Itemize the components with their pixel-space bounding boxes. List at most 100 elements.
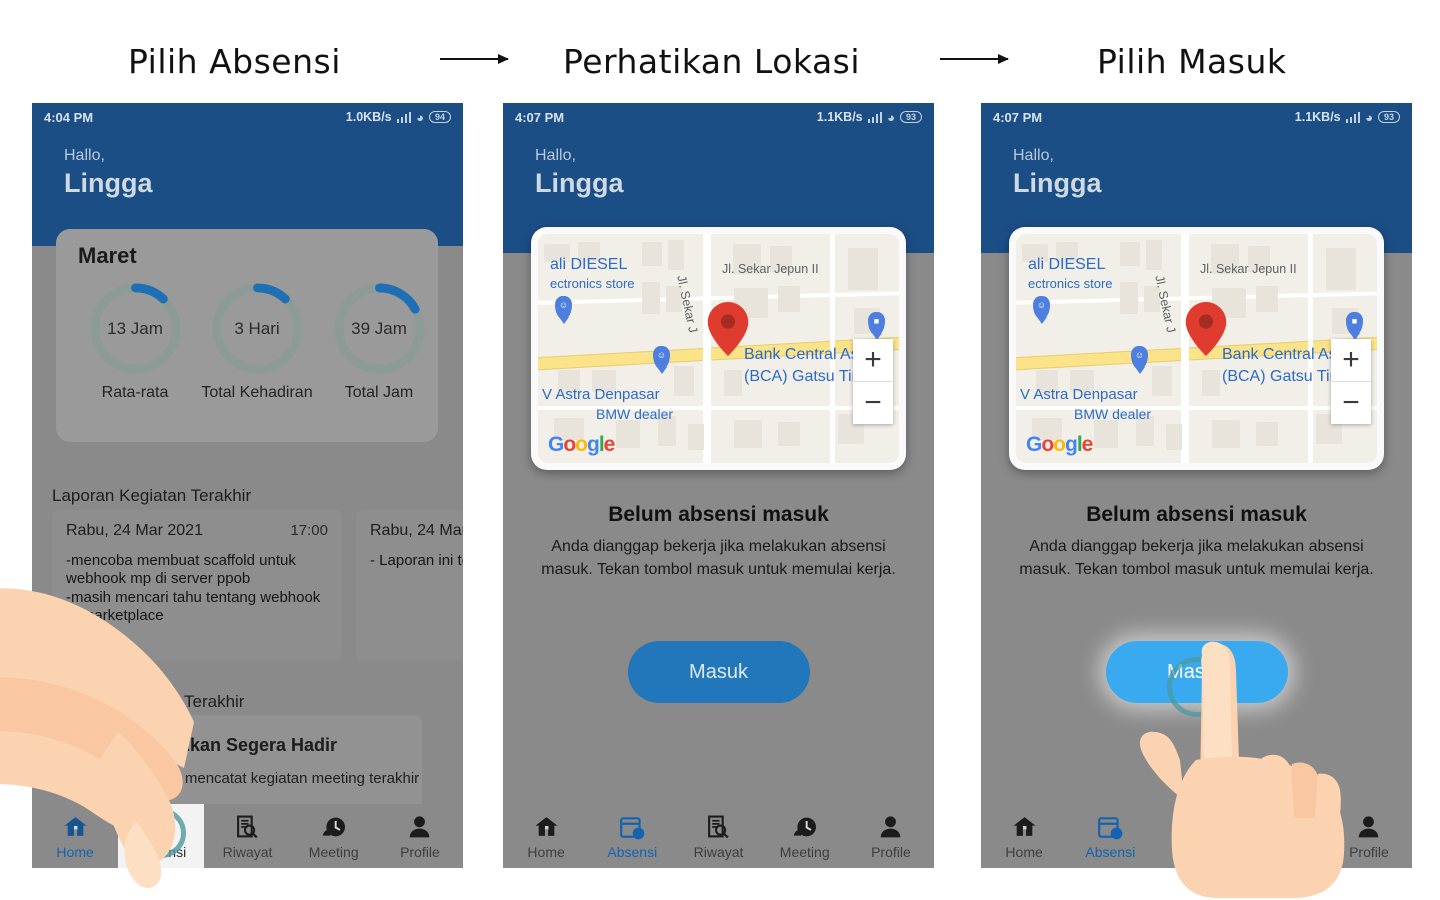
signal-bars-icon <box>867 111 883 123</box>
nav-item-meeting[interactable]: Meeting <box>762 804 848 868</box>
battery-icon: 94 <box>428 111 451 123</box>
status-bar: 4:04 PM 1.0KB/s ◕ 94 <box>32 103 463 131</box>
map-canvas[interactable]: ali DIESEL ectronics store Bank Central … <box>1016 234 1377 463</box>
zoom-in-button[interactable]: + <box>853 339 893 381</box>
nav-label: Riwayat <box>222 843 273 860</box>
nav-item-absensi[interactable]: Absensi <box>589 804 675 868</box>
zoom-out-button[interactable]: − <box>853 382 893 424</box>
nav-label: Riwayat <box>693 843 744 860</box>
nav-label: Home <box>1005 843 1043 860</box>
meeting-section-title: Laporan Meeting Terakhir <box>52 692 245 711</box>
stat-rata-rata: 13 Jam Rata-rata <box>78 279 192 402</box>
user-name: Lingga <box>1013 168 1102 198</box>
nav-item-profile[interactable]: Profile <box>377 804 463 868</box>
map-poi-icon[interactable]: ☺ <box>1131 346 1148 369</box>
tap-highlight-ring <box>1166 657 1227 717</box>
stats-donut-group: 13 Jam Rata-rata 3 Hari Total Kehadiran <box>78 279 438 402</box>
nav-item-profile[interactable]: Profile <box>1326 804 1412 868</box>
nav-item-profile[interactable]: Profile <box>848 804 934 868</box>
location-pin-icon <box>1185 302 1227 361</box>
person-icon <box>878 813 903 841</box>
nav-label: Profile <box>1349 843 1389 860</box>
map-poi-icon[interactable]: ☺ <box>1033 296 1050 319</box>
laporan-card[interactable]: Rabu, 24 Mar 2 - Laporan ini te <box>356 510 463 660</box>
stat-value: 3 Hari <box>234 318 280 338</box>
calendar-clock-icon <box>1097 813 1123 841</box>
map-poi-icon[interactable]: ■ <box>868 312 885 335</box>
nav-item-absensi[interactable]: Absensi <box>1067 804 1153 868</box>
zoom-in-button[interactable]: + <box>1331 339 1371 381</box>
network-speed: 1.1KB/s <box>816 110 863 124</box>
monthly-summary-card: Maret 13 Jam Rata-rata 3 Hari Total Keha… <box>56 229 438 442</box>
map-poi-icon[interactable]: ☺ <box>653 346 670 369</box>
map-canvas[interactable]: ali DIESEL ectronics store Bank Central … <box>538 234 899 463</box>
nav-item-home[interactable]: Home <box>32 804 118 868</box>
laporan-date: Rabu, 24 Mar 2021 <box>66 522 203 539</box>
nav-item-home[interactable]: Home <box>981 804 1067 868</box>
person-icon <box>407 813 432 841</box>
laporan-card-list[interactable]: Rabu, 24 Mar 2021 17:00 -mencoba membuat… <box>52 510 463 660</box>
network-speed: 1.1KB/s <box>1294 110 1341 124</box>
map-zoom-controls[interactable]: + − <box>853 339 893 424</box>
stat-label: Total Jam <box>344 384 414 401</box>
bottom-navigation-bar: Home Absensi Riwayat Meeting Profile <box>32 804 463 868</box>
laporan-time: 17:00 <box>290 522 328 539</box>
laporan-card[interactable]: Rabu, 24 Mar 2021 17:00 -mencoba membuat… <box>52 510 342 660</box>
nav-item-riwayat[interactable]: Riw <box>1153 804 1239 868</box>
greeting-text: Hallo, <box>1013 147 1054 164</box>
phone-screen-1: 4:04 PM 1.0KB/s ◕ 94 Hallo, Lingga Maret <box>32 103 463 868</box>
zoom-out-button[interactable]: − <box>1331 382 1371 424</box>
nav-item-absensi[interactable]: Absensi <box>118 804 205 868</box>
signal-bars-icon <box>396 111 412 123</box>
donut-chart: 3 Hari <box>208 279 307 378</box>
wifi-icon: ◕ <box>416 109 424 125</box>
nav-item-home[interactable]: Home <box>503 804 589 868</box>
map-poi-icon[interactable]: ■ <box>1346 312 1363 335</box>
status-time: 4:07 PM <box>515 109 565 125</box>
document-search-icon <box>1184 813 1209 841</box>
clock-person-icon <box>320 813 347 841</box>
meeting-card-subtitle: Fitur ini akan mencatat kegiatan meeting… <box>94 770 420 787</box>
greeting-text: Hallo, <box>64 147 105 164</box>
map-sublabel-diesel: ectronics store <box>1028 276 1113 291</box>
clock-person-icon <box>1269 821 1296 849</box>
map-poi-icon[interactable]: ☺ <box>555 296 572 319</box>
document-search-icon <box>706 813 731 841</box>
stat-total-jam: 39 Jam Total Jam <box>322 279 436 402</box>
home-icon <box>1011 813 1038 841</box>
nav-item-riwayat[interactable]: Riwayat <box>204 804 290 868</box>
user-name: Lingga <box>535 168 624 198</box>
bottom-navigation-bar: Home Absensi Riwayat Meeting Profile <box>503 804 934 868</box>
map-sublabel-diesel: ectronics store <box>550 276 635 291</box>
meeting-card-title: Akan Segera Hadir <box>176 735 338 755</box>
stat-label: Total Kehadiran <box>201 384 313 401</box>
stat-value: 39 Jam <box>351 318 407 338</box>
location-pin-icon <box>707 302 749 361</box>
map-zoom-controls[interactable]: + − <box>1331 339 1371 424</box>
absensi-status-title: Belum absensi masuk <box>1086 503 1307 526</box>
battery-icon: 93 <box>899 111 922 123</box>
nav-item-meeting[interactable]: Meeting <box>291 804 377 868</box>
person-icon <box>1356 813 1381 841</box>
nav-label: Profile <box>871 843 911 860</box>
nav-label: Absensi <box>1085 843 1136 860</box>
nav-item-riwayat[interactable]: Riwayat <box>675 804 761 868</box>
location-map-card[interactable]: ali DIESEL ectronics store Bank Central … <box>531 227 906 470</box>
donut-chart: 13 Jam <box>86 279 185 378</box>
status-time: 4:07 PM <box>993 109 1043 125</box>
map-road-jepun: Jl. Sekar Jepun II <box>1200 262 1297 276</box>
greeting-text: Hallo, <box>535 147 576 164</box>
nav-item-meeting[interactable] <box>1240 804 1326 868</box>
laporan-body: - Laporan ini te <box>370 552 463 569</box>
absensi-status-title: Belum absensi masuk <box>608 503 829 526</box>
nav-label: Meeting <box>308 843 359 860</box>
status-time: 4:04 PM <box>44 109 94 125</box>
home-icon <box>62 813 89 841</box>
map-road-jepun: Jl. Sekar Jepun II <box>722 262 819 276</box>
laporan-body: -mencoba membuat scaffold untuk webhook … <box>66 552 321 624</box>
masuk-button[interactable]: Masuk <box>627 641 810 703</box>
stat-value: 13 Jam <box>107 318 163 338</box>
location-map-card[interactable]: ali DIESEL ectronics store Bank Central … <box>1009 227 1384 470</box>
map-label-diesel: ali DIESEL <box>550 256 628 273</box>
user-name: Lingga <box>64 168 153 198</box>
